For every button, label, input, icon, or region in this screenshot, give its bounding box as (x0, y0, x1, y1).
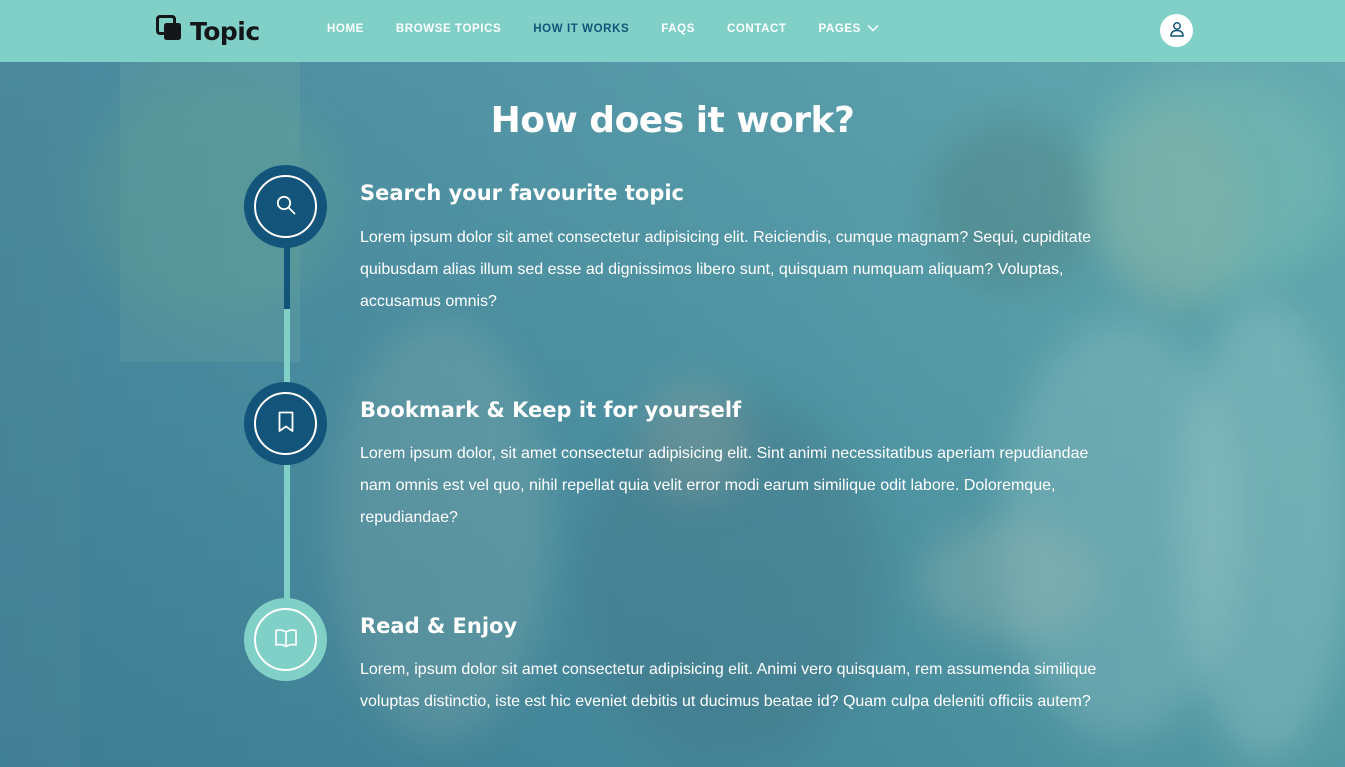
user-account-button[interactable] (1160, 14, 1193, 47)
navbar: Topic HOME BROWSE TOPICS HOW IT WORKS FA… (0, 0, 1345, 62)
chevron-down-icon (867, 23, 879, 35)
nav-pages-label: PAGES (818, 23, 861, 35)
search-icon (275, 194, 297, 220)
brand-name: Topic (190, 16, 260, 46)
nav-contact[interactable]: CONTACT (727, 23, 787, 35)
nav-how-it-works[interactable]: HOW IT WORKS (533, 23, 629, 35)
brand-logo[interactable]: Topic (156, 15, 260, 47)
bookmark-icon (277, 411, 295, 437)
step-1-circle (244, 165, 327, 248)
step-3-circle (244, 598, 327, 681)
timeline-line (284, 309, 290, 639)
nav-browse-topics[interactable]: BROWSE TOPICS (396, 23, 501, 35)
book-open-icon (274, 628, 298, 652)
step-1-text: Lorem ipsum dolor sit amet consectetur a… (360, 229, 1092, 310)
nav-home[interactable]: HOME (327, 23, 364, 35)
timeline-line-progress (284, 245, 290, 309)
logo-icon (156, 15, 184, 47)
main-nav: HOME BROWSE TOPICS HOW IT WORKS FAQS CON… (327, 23, 911, 35)
nav-faqs[interactable]: FAQS (661, 23, 695, 35)
step-3-title: Read & Enjoy (360, 614, 518, 638)
nav-pages-dropdown[interactable]: PAGES (819, 23, 879, 35)
step-2-title: Bookmark & Keep it for yourself (360, 398, 742, 422)
step-1-title: Search your favourite topic (360, 181, 685, 205)
step-2-text: Lorem ipsum dolor, sit amet consectetur … (360, 445, 1089, 526)
step-2-circle (244, 382, 327, 465)
step-3-text: Lorem, ipsum dolor sit amet consectetur … (360, 661, 1097, 710)
section-title: How does it work? (490, 100, 855, 141)
user-icon (1169, 21, 1185, 41)
